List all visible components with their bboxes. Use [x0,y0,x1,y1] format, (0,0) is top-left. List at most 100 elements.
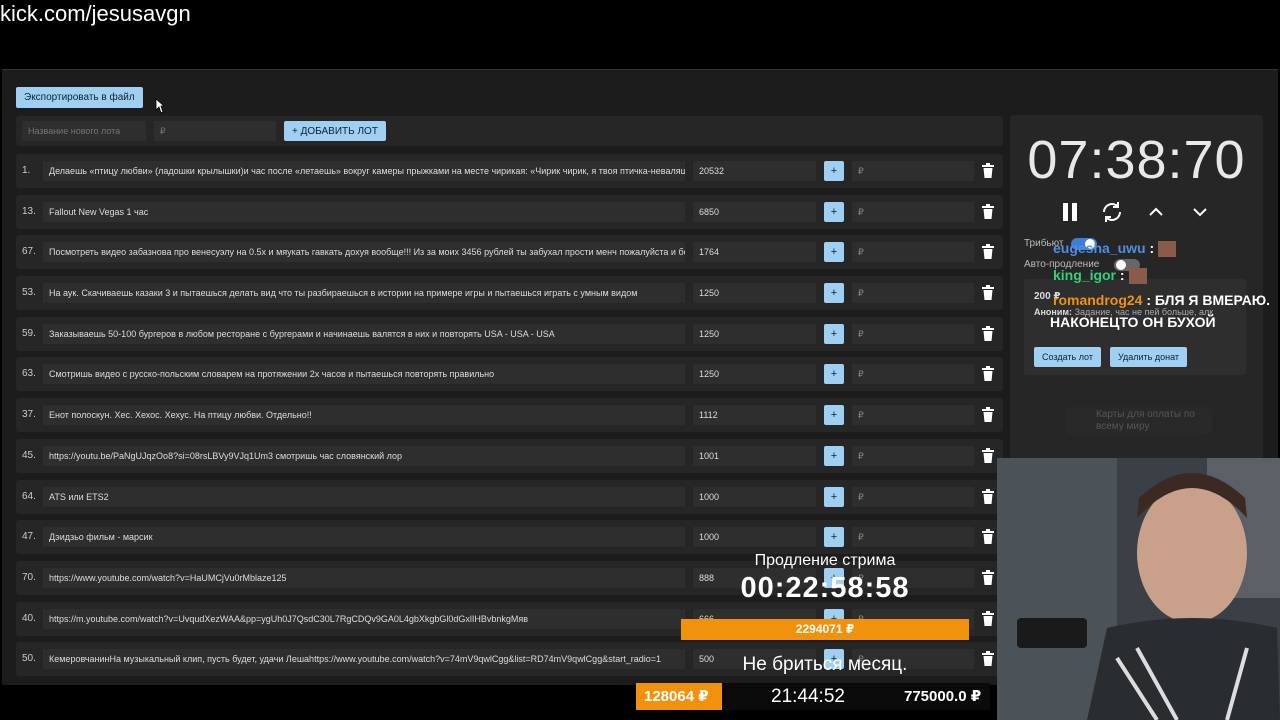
webcam-feed [997,458,1280,720]
add-to-lot-button[interactable]: + [824,405,844,426]
export-button[interactable]: Экспортировать в файл [16,87,143,108]
trash-icon[interactable] [982,325,994,342]
chat-message: НАКОНЕЦТО ОН БУХОЙ [1050,314,1216,330]
lot-title-input[interactable]: На аук. Скачиваешь казаки 3 и пытаешься … [43,283,685,304]
lot-add-amount-input[interactable]: ₽ [852,364,974,385]
chat-message: king_igor : [1053,267,1147,285]
lot-add-amount-input[interactable]: ₽ [852,405,974,426]
lot-amount-input[interactable]: 1250 [693,283,816,304]
cards-ad-banner[interactable]: Карты для оплаты по всему миру [1066,407,1212,435]
chat-text: НАКОНЕЦТО ОН БУХОЙ [1050,314,1216,330]
lot-title-input[interactable]: КемеровчанинНа музыкальный клип, пусть б… [43,649,685,670]
trash-icon[interactable] [982,203,994,220]
lot-title-input[interactable]: Енот полоскун. Хес. Хехос. Хехус. На пти… [43,405,685,426]
trash-icon[interactable] [982,244,994,260]
goal-total: 775000.0 ₽ [904,688,982,705]
lot-title-input[interactable]: https://www.youtube.com/watch?v=HaUMCjVu… [43,567,685,588]
trash-icon[interactable] [982,366,994,382]
add-to-lot-button[interactable]: + [824,283,844,304]
lot-amount-input[interactable]: 6850 [693,201,816,222]
new-lot-price-input[interactable] [154,121,276,141]
lot-add-amount-input[interactable]: ₽ [852,323,974,344]
add-to-lot-button[interactable]: + [824,445,844,466]
lot-add-amount-input[interactable]: ₽ [852,445,974,466]
streamer-webcam-image [997,458,1280,720]
chat-username: romandrog24 [1053,292,1143,308]
pause-icon[interactable] [1058,200,1082,224]
create-lot-button[interactable]: Создать лот [1034,347,1101,367]
lot-title-input[interactable]: Делаешь «птицу любви» (ладошки крылышки)… [43,161,685,181]
lot-number: 64. [22,490,36,502]
lot-number: 63. [22,368,36,380]
lot-number: 53. [22,287,36,299]
mouse-cursor-icon [155,98,164,114]
lot-amount-input[interactable]: 1250 [693,323,816,344]
lot-title-input[interactable]: Fallout New Vegas 1 час [43,201,685,222]
add-to-lot-button[interactable]: + [824,242,844,263]
chat-text: БЛЯ Я ВМЕРАЮ. [1154,292,1271,308]
auction-timer: 07:38:70 [1027,130,1246,190]
lot-title-input[interactable]: ATS или ETS2 [43,486,685,507]
trash-icon[interactable] [982,610,994,627]
lot-add-amount-input[interactable]: ₽ [852,242,974,263]
lot-title-input[interactable]: Дэидзьо фильм - марсик [43,527,685,548]
trash-icon[interactable] [982,447,994,464]
lot-amount-input[interactable]: 20532 [693,161,816,181]
lot-add-amount-input[interactable]: ₽ [852,283,974,304]
lot-add-amount-input[interactable]: ₽ [852,527,974,548]
lot-title-input[interactable]: https://m.youtube.com/watch?v=UvqudXezWA… [43,608,685,629]
trash-icon[interactable] [982,163,994,179]
current-task: Не бриться месяц. [742,654,908,675]
lot-row: 64. ATS или ETS2 1000 + ₽ [16,479,1003,514]
emote-icon [1128,268,1147,285]
lot-row: 67. Посмотреть видео забазнова про венесу… [16,235,1003,270]
new-lot-name-input[interactable] [22,121,146,141]
lot-title-input[interactable]: Посмотреть видео забазнова про венесуэлу… [43,242,685,263]
chat-separator: : [1145,240,1155,256]
lot-amount-input[interactable]: 1250 [693,364,816,385]
stream-extension-time: 00:22:58:58 [740,572,910,604]
trash-icon[interactable] [982,488,994,505]
lot-title-input[interactable]: https://youtu.be/PaNgUJqzOo8?si=08rsLBVy… [43,445,685,466]
donation-total: 128064 ₽ [636,683,722,710]
trash-icon[interactable] [982,651,994,667]
lot-amount-input[interactable]: 1000 [693,527,816,548]
lot-title-input[interactable]: Заказываешь 50-100 бургеров в любом рест… [43,323,685,344]
chat-separator: : [1116,267,1125,283]
lot-amount-input[interactable]: 1764 [693,242,816,263]
lot-add-amount-input[interactable]: ₽ [852,486,974,507]
lot-row: 45. https://youtu.be/PaNgUJqzOo8?si=08rsL… [16,438,1003,473]
lot-add-amount-input[interactable]: ₽ [852,161,974,181]
add-lot-bar: + ДОБАВИТЬ ЛОТ [16,116,1003,146]
lot-row: 37. Енот полоскун. Хес. Хехос. Хехус. На … [16,398,1003,433]
trash-icon[interactable] [982,407,994,423]
trash-icon[interactable] [982,569,994,586]
lot-number: 70. [22,571,36,583]
lot-title-input[interactable]: Смотришь видео с русско-польским словаре… [43,364,685,385]
lot-add-amount-input[interactable]: ₽ [852,201,974,222]
chat-username: eugesha_uwu [1053,240,1146,256]
add-to-lot-button[interactable]: + [824,364,844,385]
add-to-lot-button[interactable]: + [824,201,844,222]
chevron-up-icon[interactable] [1144,200,1168,224]
lot-number: 37. [22,409,36,421]
reset-icon[interactable] [1100,200,1124,224]
add-to-lot-button[interactable]: + [824,161,844,181]
lot-number: 1. [22,165,31,176]
add-to-lot-button[interactable]: + [824,527,844,548]
lot-number: 13. [22,205,36,217]
add-to-lot-button[interactable]: + [824,486,844,507]
add-lot-button[interactable]: + ДОБАВИТЬ ЛОТ [284,121,386,141]
add-to-lot-button[interactable]: + [824,323,844,344]
lot-row: 47. Дэидзьо фильм - марсик 1000 + ₽ [16,520,1003,555]
chat-separator: : [1142,292,1152,308]
lot-amount-input[interactable]: 1000 [693,486,816,507]
lot-row: 53. На аук. Скачиваешь казаки 3 и пытаешь… [16,276,1003,311]
trash-icon[interactable] [982,529,994,545]
lot-amount-input[interactable]: 1112 [693,405,816,426]
trash-icon[interactable] [982,285,994,301]
chevron-down-icon[interactable] [1188,200,1212,224]
delete-donation-button[interactable]: Удалить донат [1110,347,1188,367]
emote-icon [1158,241,1177,258]
lot-amount-input[interactable]: 1001 [693,445,816,466]
